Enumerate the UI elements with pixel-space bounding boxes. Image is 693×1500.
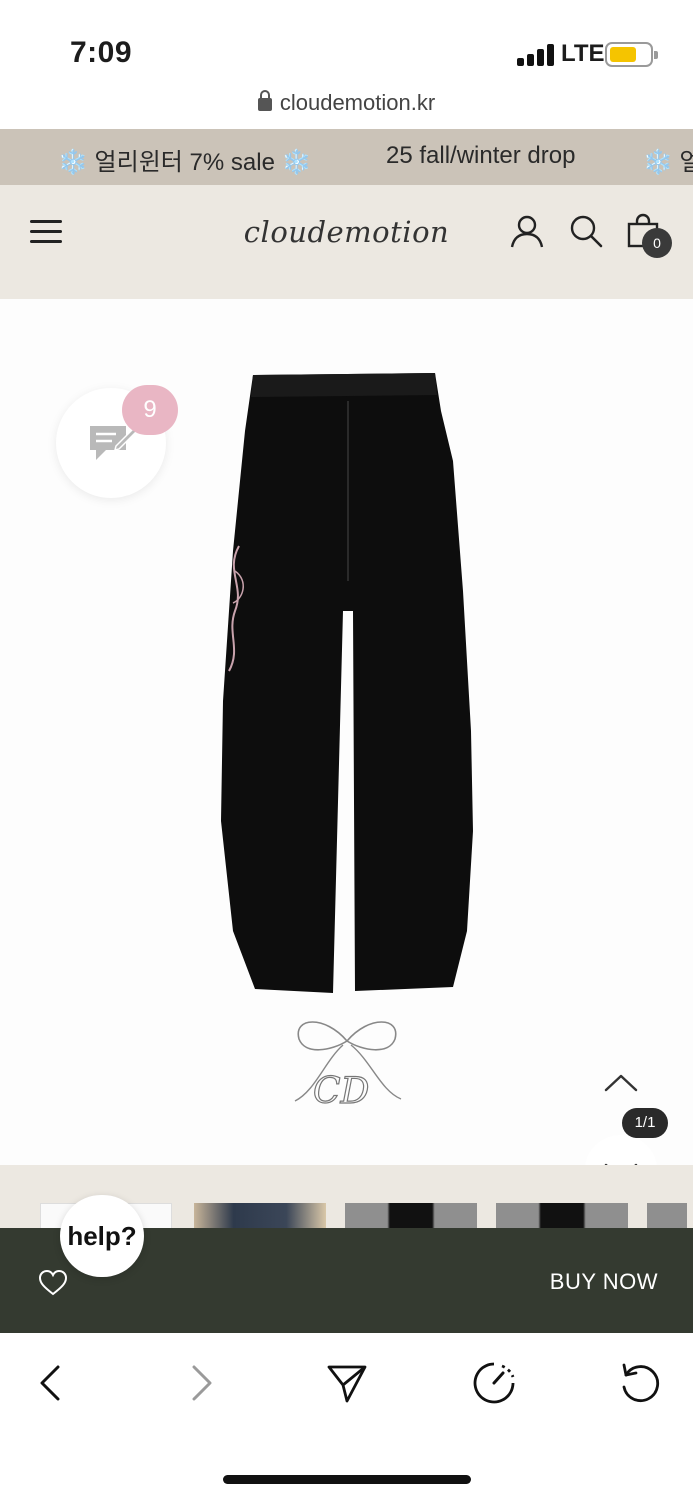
svg-text:CD: CD (313, 1071, 370, 1112)
thumbnail[interactable] (345, 1203, 477, 1228)
site-header: cloudemotion (0, 185, 693, 299)
announcement-bar[interactable]: ❄️ 얼리윈터 7% sale ❄️ 25 fall/winter drop ❄… (0, 129, 693, 185)
clock: 7:09 (70, 36, 133, 69)
search-icon[interactable] (568, 213, 604, 249)
lock-icon (257, 90, 272, 111)
brand-bow-logo: CD (294, 1021, 402, 1113)
cart-count-badge[interactable]: 0 (642, 228, 672, 258)
forward-icon[interactable] (178, 1361, 222, 1405)
heart-icon[interactable] (38, 1269, 68, 1297)
signal-icon (517, 44, 555, 66)
announcement-message: ❄️ 얼리윈터 7% sale ❄️ (58, 149, 312, 176)
back-icon[interactable] (30, 1361, 74, 1405)
battery-icon (605, 42, 658, 67)
refresh-icon[interactable] (618, 1361, 662, 1405)
announcement-message: 25 fall/winter drop (386, 142, 576, 169)
url-domain: cloudemotion.kr (279, 90, 436, 115)
thumbnail[interactable] (647, 1203, 687, 1228)
speed-icon[interactable] (472, 1361, 516, 1405)
help-button[interactable]: help? (60, 1195, 144, 1277)
thumbnail[interactable] (496, 1203, 628, 1228)
home-indicator (223, 1475, 471, 1484)
buy-now-button[interactable]: BUY NOW (550, 1269, 658, 1295)
thumbnail[interactable] (194, 1203, 326, 1228)
chevron-up-icon[interactable] (600, 1068, 642, 1098)
image-counter: 1/1 (622, 1108, 668, 1138)
network-type: LTE (561, 40, 605, 67)
announcement-message: ❄️ 얼 (643, 149, 693, 176)
status-bar: 7:09 LTE (0, 0, 693, 92)
review-count-badge[interactable]: 9 (122, 385, 178, 435)
url-bar[interactable]: cloudemotion.kr (0, 90, 693, 128)
share-icon[interactable] (325, 1361, 369, 1405)
account-icon[interactable] (509, 213, 545, 249)
product-image (221, 373, 473, 993)
